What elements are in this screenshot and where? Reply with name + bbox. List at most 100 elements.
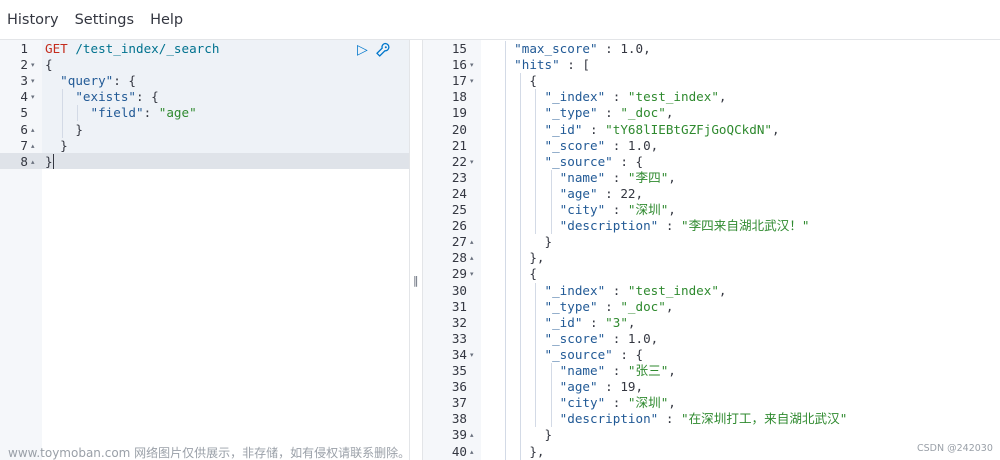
code-token: "age" bbox=[158, 105, 197, 121]
code-token: "city" bbox=[559, 202, 606, 217]
menu-history[interactable]: History bbox=[0, 0, 67, 40]
response-line-number: 31 bbox=[451, 298, 467, 314]
response-code-line[interactable]: "max_score" : 1.0, bbox=[499, 41, 651, 57]
request-code-line[interactable]: } bbox=[45, 138, 68, 154]
request-line-number: 2 bbox=[20, 57, 28, 73]
fold-collapse-icon[interactable]: ▾ bbox=[470, 266, 474, 282]
fold-end-icon[interactable]: ▴ bbox=[470, 234, 474, 250]
response-code-line[interactable]: "_id" : "3", bbox=[499, 315, 636, 331]
code-token: , bbox=[718, 89, 727, 105]
fold-collapse-icon[interactable]: ▾ bbox=[470, 154, 474, 170]
fold-end-icon[interactable]: ▴ bbox=[470, 250, 474, 266]
code-token: : { bbox=[136, 89, 159, 105]
response-code-line[interactable]: "age" : 22, bbox=[499, 186, 643, 202]
code-token: : bbox=[605, 282, 628, 298]
menu-bar: History Settings Help bbox=[0, 0, 1000, 40]
fold-collapse-icon[interactable]: ▾ bbox=[470, 347, 474, 363]
code-token: "_source" bbox=[544, 153, 613, 169]
code-token: "_type" bbox=[544, 105, 598, 121]
response-code-line[interactable]: } bbox=[499, 234, 552, 250]
response-code-line[interactable]: "_source" : { bbox=[499, 346, 644, 363]
code-token: , bbox=[665, 298, 674, 314]
response-code-line[interactable]: "description" : "李四来自湖北武汉！" bbox=[499, 218, 810, 234]
code-token: "age" bbox=[559, 185, 598, 201]
code-token: "age" bbox=[559, 379, 598, 395]
fold-end-icon[interactable]: ▴ bbox=[470, 444, 474, 460]
request-code-line[interactable]: "field": "age" bbox=[45, 105, 197, 121]
fold-end-icon[interactable]: ▴ bbox=[31, 138, 35, 154]
resize-handle[interactable]: ‖ bbox=[413, 274, 419, 287]
response-code-line[interactable]: "_index" : "test_index", bbox=[499, 89, 727, 105]
code-token: } bbox=[499, 234, 553, 250]
code-token: "李四来自湖北武汉！" bbox=[681, 218, 810, 234]
response-code-line[interactable]: "_score" : 1.0, bbox=[499, 137, 659, 154]
response-code-line[interactable]: "name" : "李四", bbox=[499, 170, 676, 186]
response-code-line[interactable]: "name" : "张三", bbox=[499, 363, 676, 379]
fold-collapse-icon[interactable]: ▾ bbox=[470, 73, 474, 89]
text-cursor bbox=[53, 153, 54, 169]
code-token: "_source" bbox=[544, 346, 613, 362]
code-token: "description" bbox=[559, 218, 659, 234]
response-line-number: 32 bbox=[451, 314, 467, 330]
code-token: "_score" bbox=[544, 137, 606, 153]
response-code-line[interactable]: "age" : 19, bbox=[499, 379, 643, 395]
fold-collapse-icon[interactable]: ▾ bbox=[31, 57, 35, 73]
pane-divider[interactable] bbox=[409, 40, 423, 460]
response-code-line[interactable]: { bbox=[499, 73, 537, 89]
response-code-line[interactable]: "city" : "深圳", bbox=[499, 395, 676, 411]
play-icon[interactable]: ▷ bbox=[357, 41, 368, 59]
code-token: "深圳" bbox=[627, 395, 669, 411]
response-code-line[interactable]: "_score" : 1.0, bbox=[499, 331, 659, 347]
request-code-line[interactable]: } bbox=[45, 154, 53, 170]
code-token: /test_index/_search bbox=[75, 41, 220, 56]
request-code-line[interactable]: { bbox=[45, 57, 53, 73]
code-token: , bbox=[668, 202, 676, 217]
fold-collapse-icon[interactable]: ▾ bbox=[470, 57, 474, 73]
code-token: } bbox=[45, 153, 53, 169]
request-code-line[interactable]: } bbox=[45, 122, 83, 138]
indent-guide bbox=[62, 89, 63, 138]
response-code-line[interactable]: } bbox=[499, 427, 552, 443]
response-code-line[interactable]: "_index" : "test_index", bbox=[499, 283, 727, 299]
fold-end-icon[interactable]: ▴ bbox=[470, 427, 474, 443]
code-token: } bbox=[499, 427, 553, 443]
response-code-line[interactable]: "description" : "在深圳打工，来自湖北武汉" bbox=[499, 411, 848, 427]
response-code-line[interactable]: "_source" : { bbox=[499, 153, 644, 170]
code-token: , bbox=[635, 379, 644, 395]
response-code-line[interactable]: "_type" : "_doc", bbox=[499, 298, 674, 315]
response-line-number: 25 bbox=[451, 202, 467, 217]
menu-settings[interactable]: Settings bbox=[67, 0, 142, 40]
response-code-line[interactable]: }, bbox=[499, 444, 544, 460]
response-code-line[interactable]: "city" : "深圳", bbox=[499, 202, 676, 218]
response-code-line[interactable]: }, bbox=[499, 250, 544, 266]
response-code-line[interactable]: { bbox=[499, 266, 537, 282]
response-code-line[interactable]: "hits" : [ bbox=[499, 57, 590, 73]
code-token: : bbox=[658, 218, 681, 234]
response-code-line[interactable]: "_id" : "tY68lIEBtGZFjGoQCkdN", bbox=[499, 122, 780, 138]
fold-end-icon[interactable]: ▴ bbox=[31, 122, 35, 138]
code-token: , bbox=[668, 395, 676, 411]
request-code-line[interactable]: GET /test_index/_search bbox=[45, 41, 219, 57]
fold-end-icon[interactable]: ▴ bbox=[31, 154, 35, 170]
response-code-line[interactable]: "_type" : "_doc", bbox=[499, 105, 674, 121]
code-token: "_type" bbox=[544, 298, 598, 314]
request-line-number: 4 bbox=[20, 89, 28, 105]
code-token: : bbox=[605, 89, 628, 105]
wrench-icon[interactable] bbox=[375, 41, 391, 59]
code-token: { bbox=[499, 266, 537, 282]
menu-help[interactable]: Help bbox=[142, 0, 191, 40]
request-editor[interactable]: 1 GET /test_index/_search 2 ▾{3 ▾ "query": {… bbox=[0, 40, 409, 460]
fold-collapse-icon[interactable]: ▾ bbox=[31, 73, 35, 89]
response-viewer[interactable]: 15 "max_score" : 1.0, 16 ▾ "hits" : [17 ▾ {… bbox=[423, 40, 1000, 460]
code-token: : [ bbox=[559, 57, 591, 73]
code-token: , bbox=[627, 314, 636, 330]
code-token: "_doc" bbox=[620, 298, 666, 314]
fold-collapse-icon[interactable]: ▾ bbox=[31, 89, 35, 105]
code-token: : { bbox=[113, 73, 136, 89]
request-code-line[interactable]: "query": { bbox=[45, 73, 136, 89]
